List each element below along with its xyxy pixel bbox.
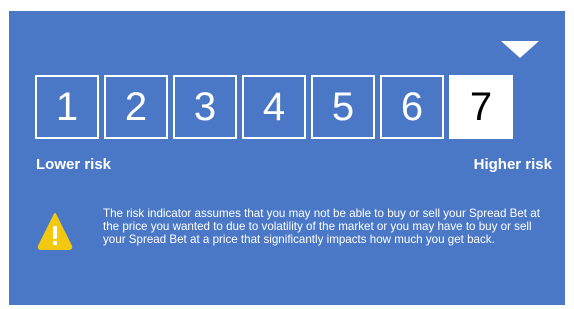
- warning-triangle-icon: [37, 213, 73, 250]
- lower-risk-label: Lower risk: [36, 156, 112, 173]
- risk-level-3: 3: [173, 75, 237, 139]
- risk-level-1: 1: [35, 75, 99, 139]
- risk-warning-text: The risk indicator assumes that you may …: [103, 207, 540, 247]
- higher-risk-label: Higher risk: [473, 156, 552, 173]
- selected-level-pointer-icon: [501, 41, 539, 58]
- risk-indicator-panel: 1 2 3 4 5 6 7 Lower risk Higher risk The…: [9, 11, 565, 305]
- risk-scale: 1 2 3 4 5 6 7: [35, 75, 513, 139]
- risk-level-6: 6: [380, 75, 444, 139]
- risk-level-7: 7: [449, 75, 513, 139]
- risk-level-4: 4: [242, 75, 306, 139]
- risk-level-5: 5: [311, 75, 375, 139]
- risk-level-2: 2: [104, 75, 168, 139]
